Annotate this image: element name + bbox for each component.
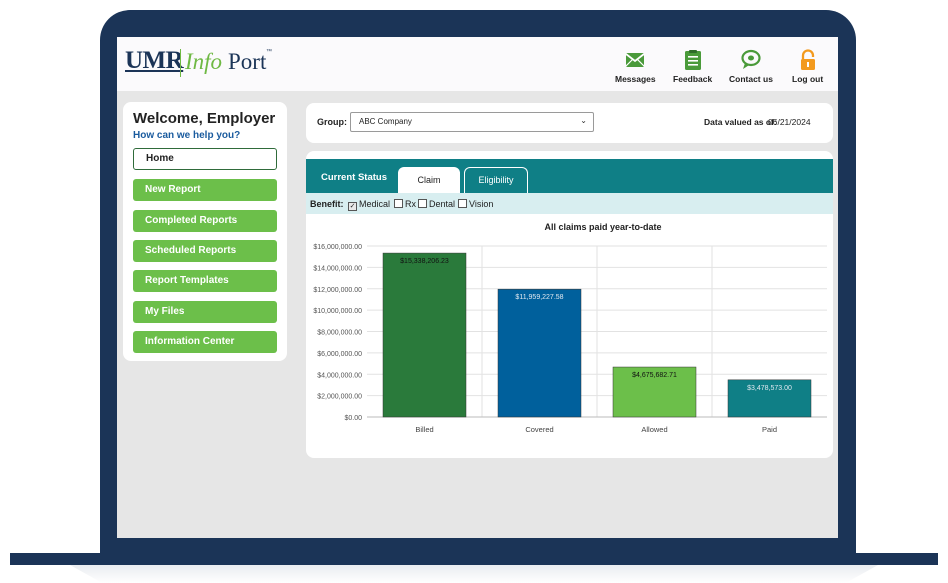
checkbox-unchecked-icon xyxy=(418,199,427,208)
chevron-down-icon: ⌄ xyxy=(580,116,587,125)
chart-title: All claims paid year-to-date xyxy=(544,222,661,232)
logo-umr: UMR xyxy=(125,47,184,74)
laptop-base xyxy=(10,553,938,565)
feedback-label: Feedback xyxy=(673,74,713,84)
x-tick-label: Covered xyxy=(525,425,553,434)
group-label: Group: xyxy=(317,117,347,127)
y-tick-label: $14,000,000.00 xyxy=(313,265,362,272)
benefit-vision-checkbox[interactable]: Vision xyxy=(458,199,493,209)
log-out-label: Log out xyxy=(792,74,824,84)
top-header: UMR Info Port ™ Messages Feedback Contac… xyxy=(117,37,838,91)
clipboard-icon xyxy=(682,49,704,71)
chat-bubble-icon xyxy=(740,49,762,71)
nav-home-button[interactable]: Home xyxy=(133,148,277,170)
logo-info: Info xyxy=(185,49,223,74)
current-status-label: Current Status xyxy=(321,172,387,183)
nav-completed-reports-button[interactable]: Completed Reports xyxy=(133,210,277,232)
y-tick-label: $10,000,000.00 xyxy=(313,308,362,315)
logo-port: Port xyxy=(228,49,267,74)
benefit-label: Benefit: xyxy=(310,199,344,209)
nav-my-files-button[interactable]: My Files xyxy=(133,301,277,323)
checkbox-unchecked-icon xyxy=(458,199,467,208)
nav-information-center-button[interactable]: Information Center xyxy=(133,331,277,353)
bar-billed xyxy=(382,252,467,418)
feedback-link[interactable]: Feedback xyxy=(673,49,712,84)
messages-label: Messages xyxy=(615,74,656,84)
status-tab-bar: Current Status Claim Eligibility xyxy=(306,159,833,193)
logo-trademark: ™ xyxy=(266,49,272,55)
group-select[interactable]: ABC Company ⌄ xyxy=(350,112,594,132)
x-tick-label: Paid xyxy=(762,425,777,434)
contact-us-label: Contact us xyxy=(729,74,773,84)
laptop-base-shadow xyxy=(70,565,878,583)
benefit-dental-checkbox[interactable]: Dental xyxy=(418,199,455,209)
nav-scheduled-reports-button[interactable]: Scheduled Reports xyxy=(133,240,277,262)
benefit-medical-label: Medical xyxy=(359,199,391,209)
y-tick-label: $16,000,000.00 xyxy=(313,244,362,251)
bar-value-label: $4,675,682.71 xyxy=(632,372,677,379)
current-status-panel: Current Status Claim Eligibility Benefit… xyxy=(306,151,833,458)
claims-bar-chart: All claims paid year-to-date $0.00 $2,000,… xyxy=(313,222,827,434)
checkbox-unchecked-icon xyxy=(394,199,403,208)
benefit-medical-checkbox[interactable]: ✓ Medical xyxy=(348,199,390,211)
benefit-rx-label: Rx xyxy=(405,199,416,209)
bar-value-label: $11,959,227.58 xyxy=(515,294,563,301)
nav-new-report-button[interactable]: New Report xyxy=(133,179,277,201)
benefit-vision-label: Vision xyxy=(469,199,494,209)
padlock-icon xyxy=(797,49,819,71)
left-nav-panel: Welcome, Employer How can we help you? H… xyxy=(123,102,287,361)
welcome-heading: Welcome, Employer xyxy=(133,110,276,127)
envelope-icon xyxy=(624,49,646,71)
data-valued-date: 06/21/2024 xyxy=(768,117,811,127)
help-subheading: How can we help you? xyxy=(133,130,241,141)
y-tick-label: $12,000,000.00 xyxy=(313,287,362,294)
bar-covered xyxy=(497,288,582,418)
nav-report-templates-button[interactable]: Report Templates xyxy=(133,270,277,292)
bar-value-label: $15,338,206.23 xyxy=(400,258,449,265)
y-tick-label: $4,000,000.00 xyxy=(317,372,362,379)
data-valued-label: Data valued as of: xyxy=(704,117,777,127)
y-tick-label: $2,000,000.00 xyxy=(317,394,362,401)
benefit-filter-bar: Benefit: ✓ Medical Rx Dental Vision xyxy=(306,193,833,214)
log-out-link[interactable]: Log out xyxy=(792,49,823,84)
x-tick-label: Allowed xyxy=(641,425,667,434)
tab-eligibility[interactable]: Eligibility xyxy=(464,167,528,193)
benefit-dental-label: Dental xyxy=(429,199,456,209)
y-tick-label: $8,000,000.00 xyxy=(317,330,362,337)
checkbox-checked-icon: ✓ xyxy=(348,202,357,211)
y-tick-label: $0.00 xyxy=(344,415,362,422)
tab-claim[interactable]: Claim xyxy=(398,167,460,193)
group-select-value: ABC Company xyxy=(359,117,412,126)
bar-value-label: $3,478,573.00 xyxy=(747,385,792,392)
contact-us-link[interactable]: Contact us xyxy=(729,49,773,84)
group-panel: Group: ABC Company ⌄ Data valued as of: … xyxy=(306,103,833,143)
benefit-rx-checkbox[interactable]: Rx xyxy=(394,199,416,209)
y-tick-label: $6,000,000.00 xyxy=(317,351,362,358)
messages-link[interactable]: Messages xyxy=(615,49,656,84)
logo-divider xyxy=(180,49,181,77)
screen: UMR Info Port ™ Messages Feedback Contac… xyxy=(117,37,838,538)
x-tick-label: Billed xyxy=(415,425,433,434)
